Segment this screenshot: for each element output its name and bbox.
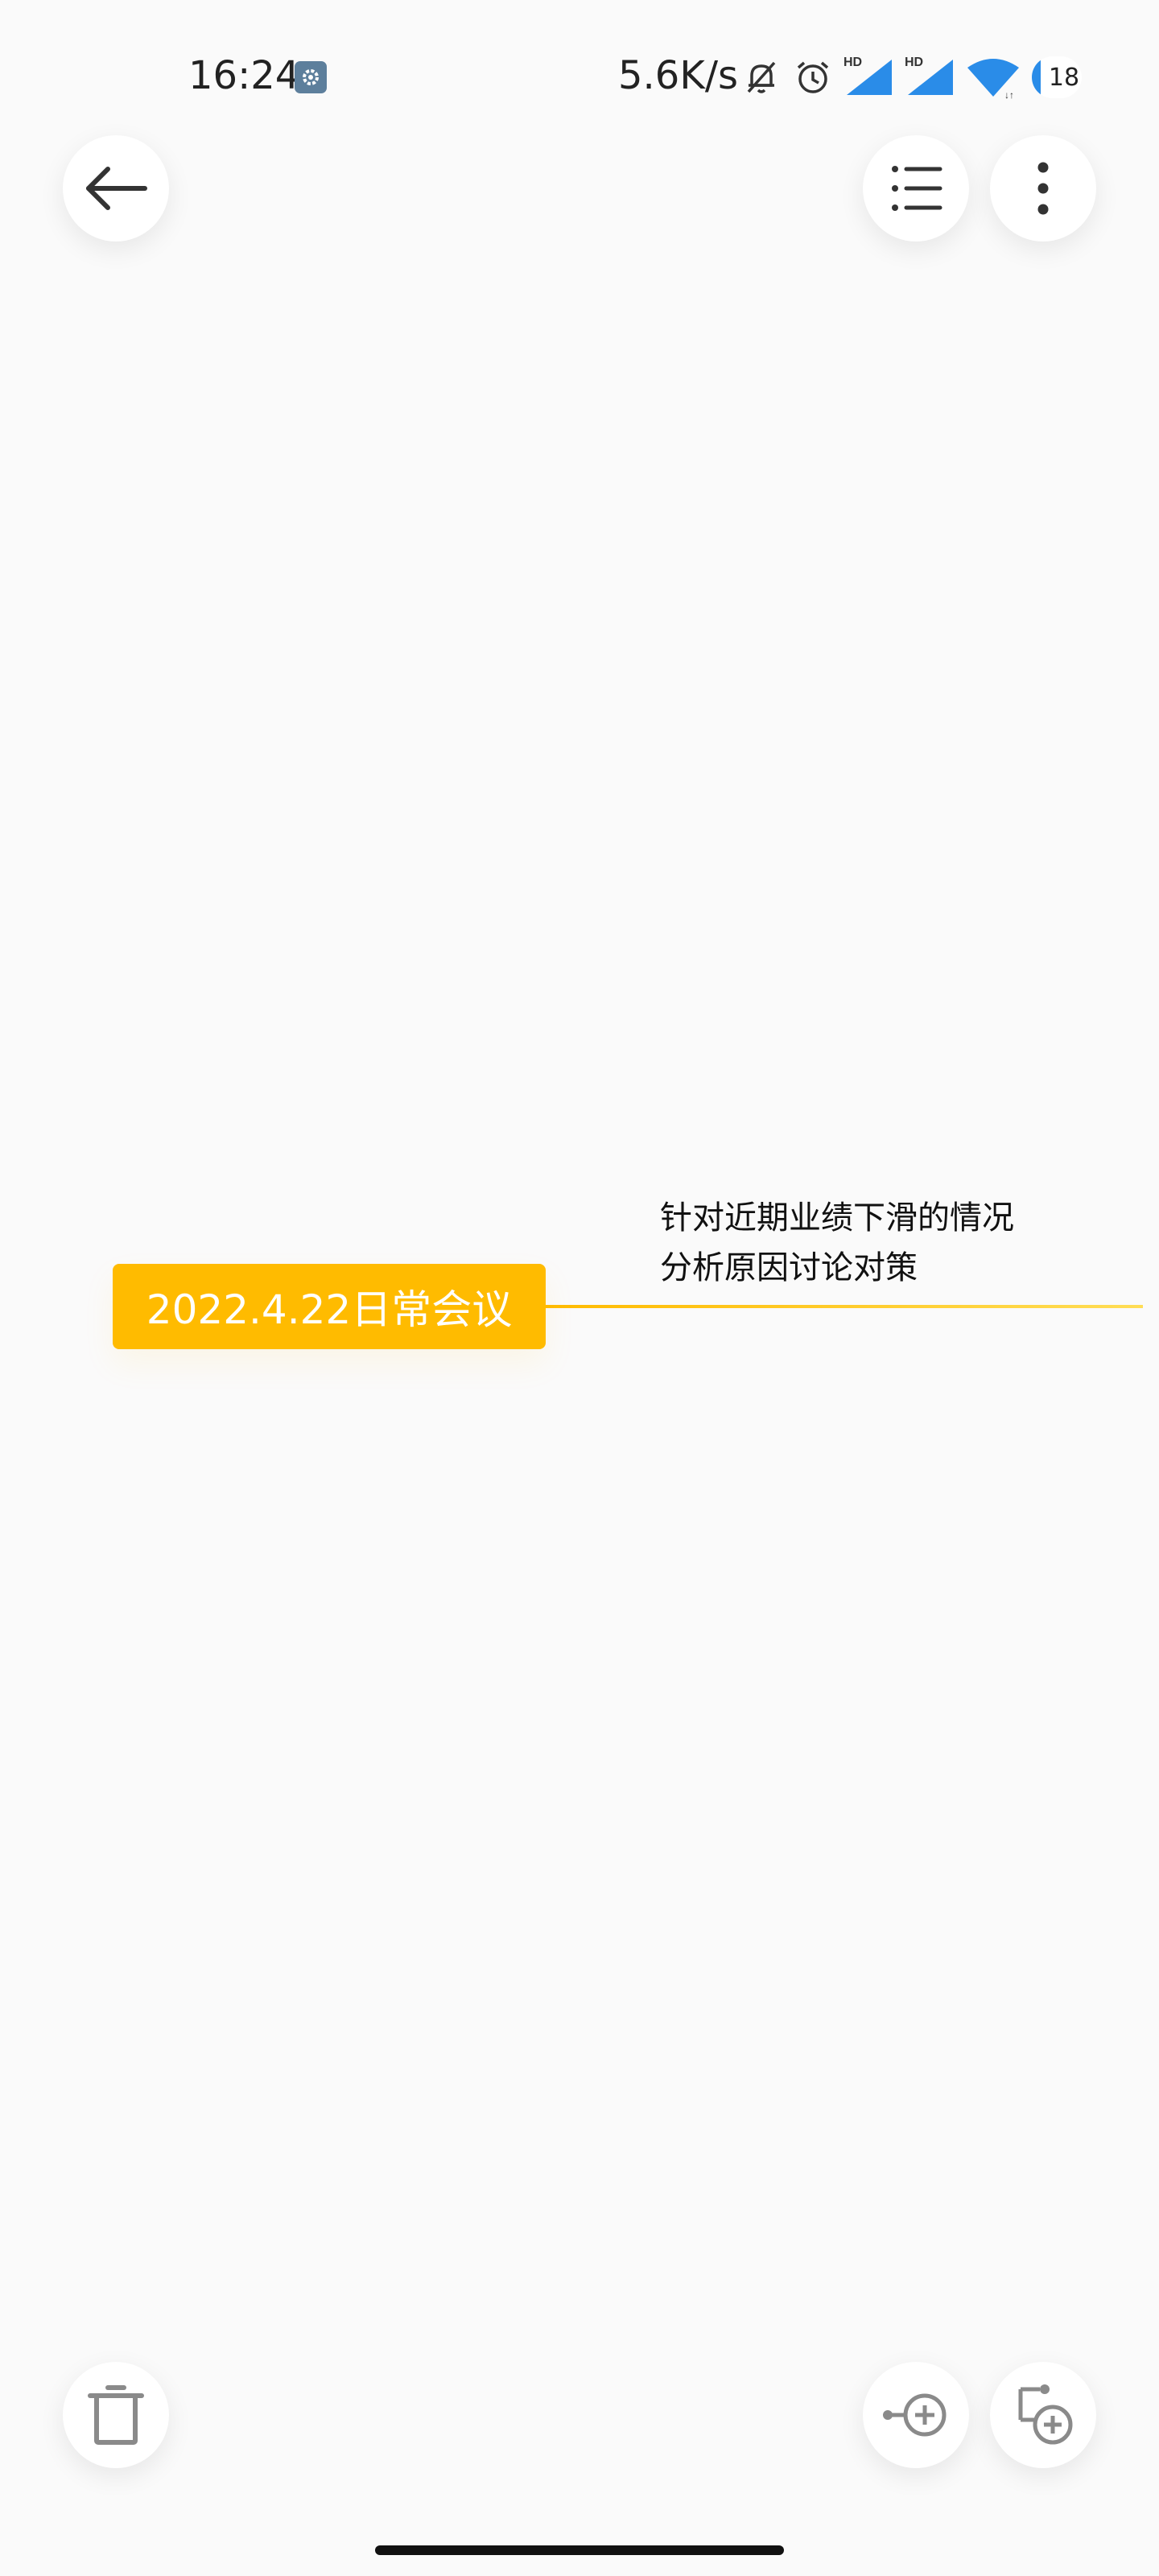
svg-text:HD: HD	[843, 56, 862, 69]
status-bar: 16:24 5.6K/s HD HD ↓↑ 18	[0, 0, 1159, 153]
mute-bell-icon	[742, 58, 781, 100]
trash-icon	[88, 2385, 144, 2445]
mindmap-root-node[interactable]: 2022.4.22日常会议	[113, 1264, 546, 1349]
wifi-icon: ↓↑	[966, 55, 1021, 103]
status-time: 16:24	[188, 53, 300, 98]
hd-signal-icon: HD	[842, 53, 895, 101]
back-button[interactable]	[63, 135, 169, 242]
svg-text:↓↑: ↓↑	[1004, 89, 1014, 100]
more-vertical-icon	[1037, 162, 1049, 215]
svg-text:HD: HD	[905, 56, 923, 69]
outline-button[interactable]	[863, 135, 969, 242]
home-indicator[interactable]	[375, 2545, 784, 2555]
root-node-label: 2022.4.22日常会议	[146, 1286, 513, 1333]
child-node-line-1: 针对近期业绩下滑的情况	[660, 1199, 1014, 1236]
hd-signal-icon: HD	[903, 53, 956, 101]
add-child-node-icon	[883, 2393, 947, 2437]
child-node-line-2: 分析原因讨论对策	[660, 1249, 918, 1286]
add-sibling-node-icon	[1018, 2384, 1073, 2445]
delete-node-button[interactable]	[63, 2362, 169, 2468]
network-speed: 5.6K/s	[618, 53, 738, 98]
battery-percent: 18	[1048, 63, 1080, 92]
add-child-node-button[interactable]	[863, 2362, 969, 2468]
list-icon	[892, 166, 942, 211]
settings-icon	[295, 61, 327, 93]
arrow-left-icon	[86, 167, 147, 210]
node-connector-line	[546, 1305, 1143, 1308]
more-options-button[interactable]	[990, 135, 1096, 242]
mindmap-child-node[interactable]: 针对近期业绩下滑的情况 分析原因讨论对策	[660, 1193, 1014, 1293]
alarm-icon	[794, 58, 832, 100]
add-sibling-node-button[interactable]	[990, 2362, 1096, 2468]
battery-icon: 18	[1032, 56, 1082, 98]
